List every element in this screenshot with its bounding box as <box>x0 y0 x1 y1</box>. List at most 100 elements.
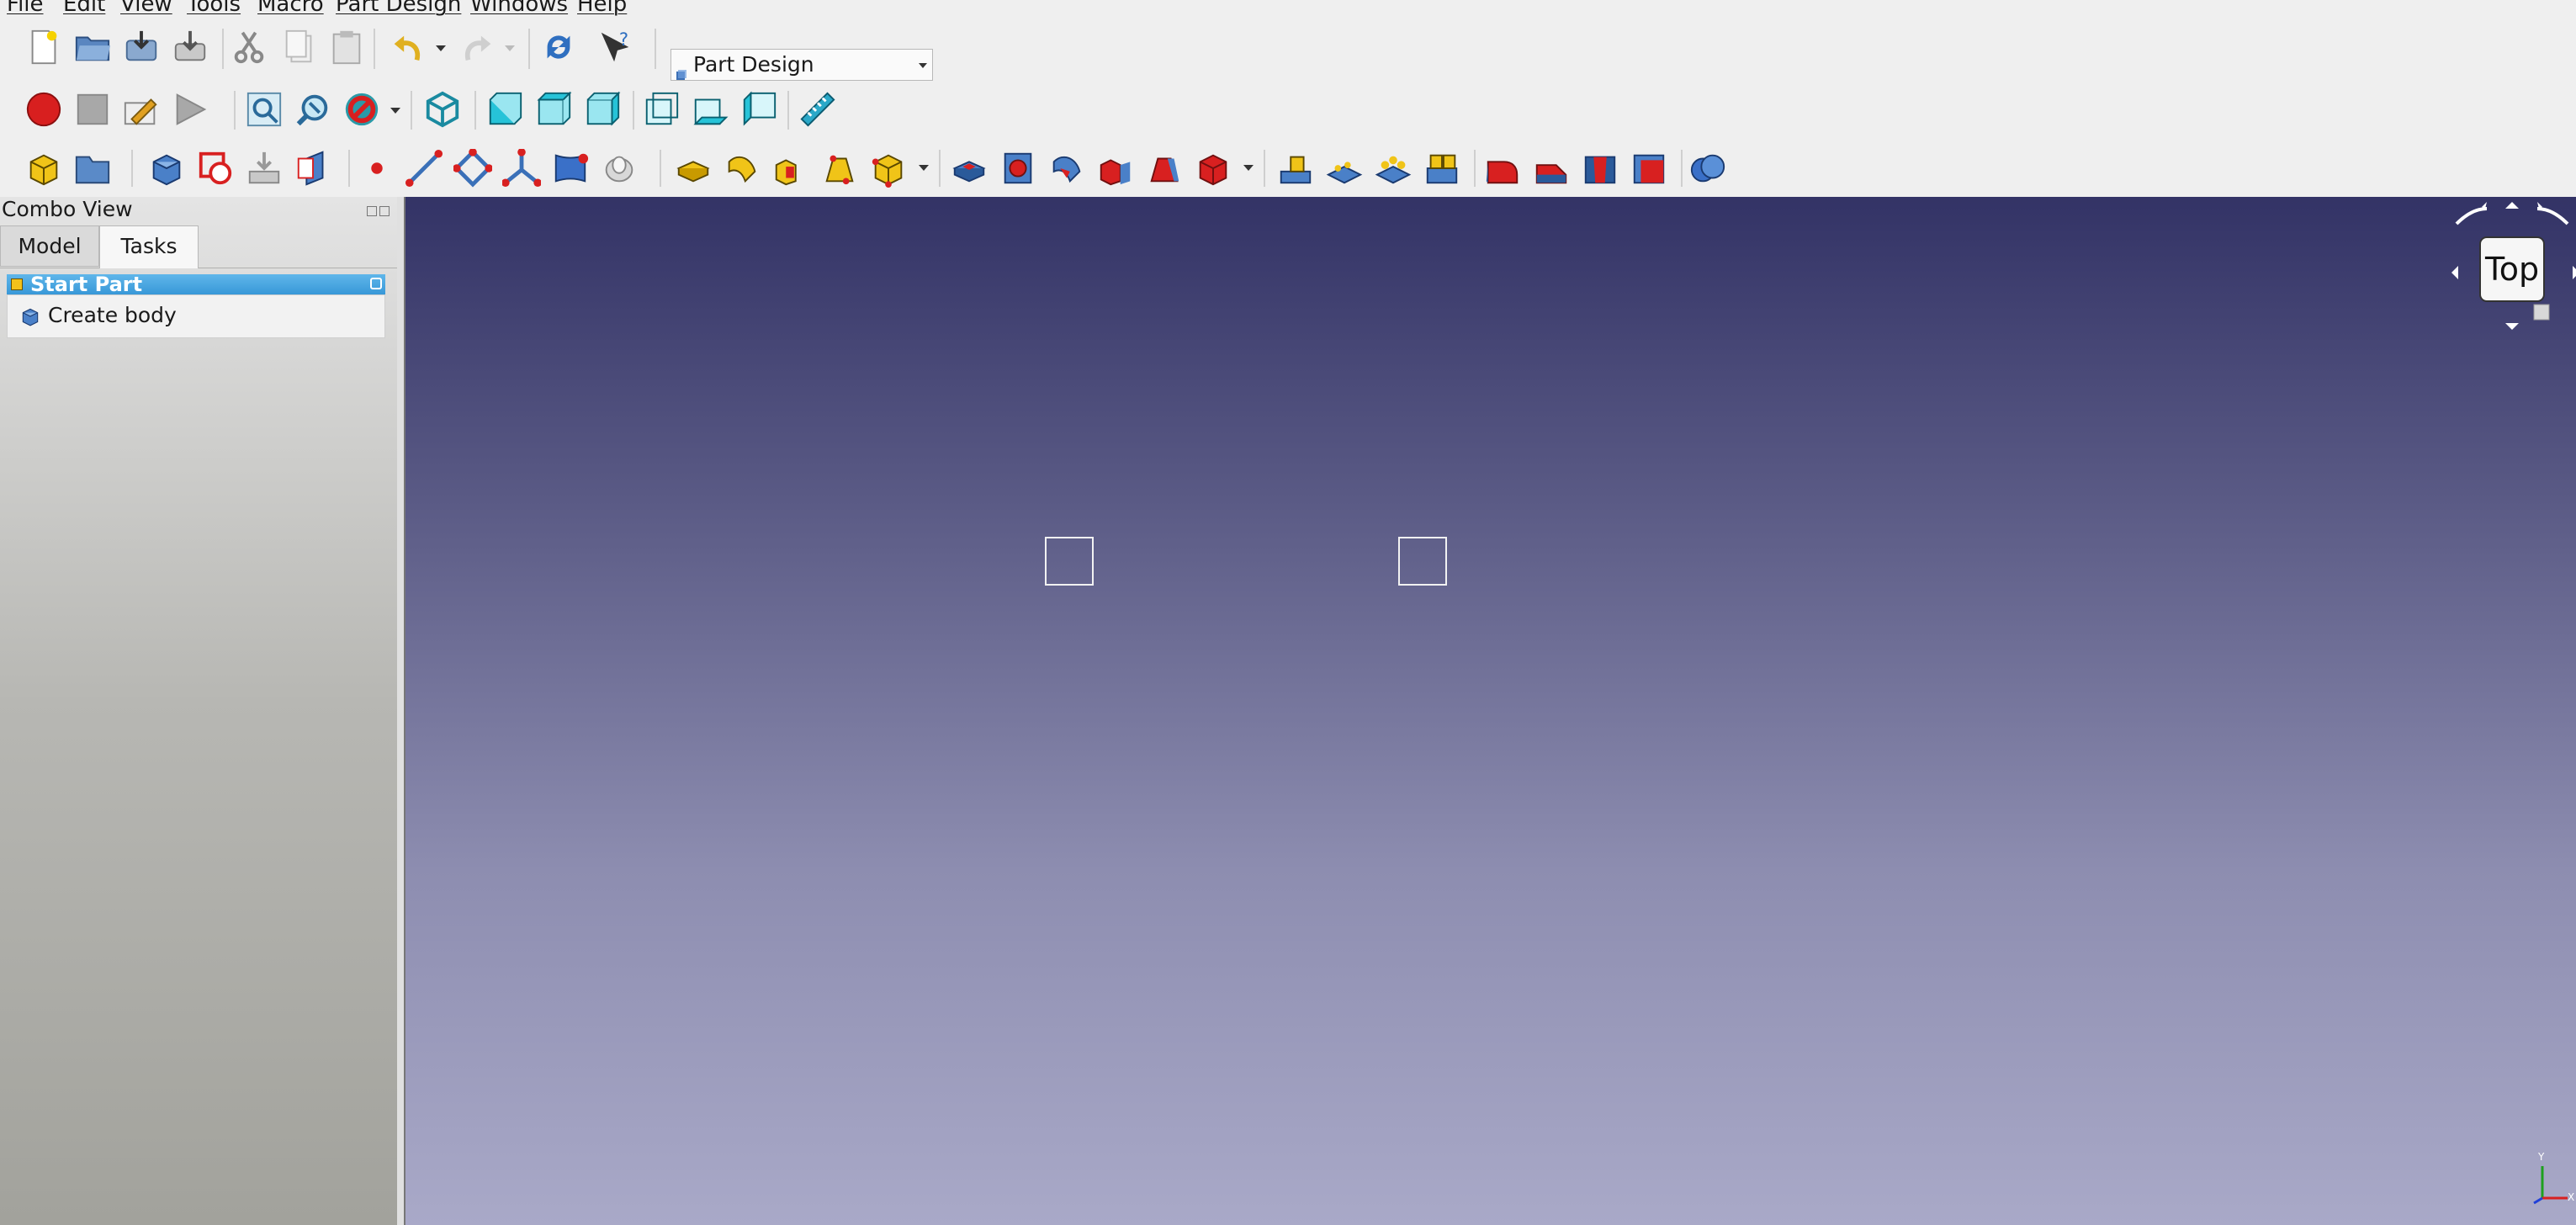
fillet-button[interactable] <box>1481 146 1524 190</box>
fit-selection-button[interactable] <box>291 88 335 131</box>
boolean-icon <box>1690 154 1725 183</box>
map-sketch-button[interactable] <box>291 146 335 190</box>
save-button[interactable] <box>119 25 163 69</box>
datum-line-button[interactable] <box>402 146 446 190</box>
subtractive-pipe-icon <box>1150 157 1179 183</box>
macro-record-button[interactable] <box>22 88 66 131</box>
copy-button[interactable] <box>278 25 321 69</box>
datum-point-button[interactable] <box>355 146 399 190</box>
panel-splitter[interactable] <box>397 197 404 1225</box>
cut-button[interactable] <box>227 25 271 69</box>
additive-primitive-dropdown-arrow[interactable] <box>919 165 929 171</box>
save-as-button[interactable] <box>168 25 212 69</box>
macro-stop-button[interactable] <box>71 88 114 131</box>
redo-button[interactable] <box>456 25 500 69</box>
navigation-cube[interactable]: Top <box>2446 197 2576 348</box>
close-panel-icon[interactable] <box>379 206 390 216</box>
body-icon <box>152 154 181 186</box>
float-panel-icon[interactable] <box>367 206 377 216</box>
workbench-selector[interactable]: Part Design <box>671 49 933 81</box>
view-isometric-button[interactable] <box>421 88 464 131</box>
collapse-icon[interactable] <box>370 278 382 289</box>
scissors-icon <box>234 31 264 64</box>
additive-box-icon <box>872 154 903 188</box>
subtractive-loft-button[interactable] <box>1094 146 1137 190</box>
create-body-button[interactable] <box>145 146 188 190</box>
draw-style-button[interactable] <box>340 88 384 131</box>
fit-all-button[interactable] <box>242 88 286 131</box>
view-front-button[interactable] <box>483 88 527 131</box>
polar-pattern-button[interactable] <box>1371 146 1415 190</box>
linear-pattern-button[interactable] <box>1322 146 1366 190</box>
subtractive-pipe-button[interactable] <box>1142 146 1186 190</box>
create-body-link[interactable]: Create body <box>19 300 177 331</box>
thickness-button[interactable] <box>1627 146 1671 190</box>
whats-this-button[interactable]: ? <box>594 25 638 69</box>
task-panel-header[interactable]: Start Part <box>7 274 385 294</box>
tab-model[interactable]: Model <box>0 225 99 267</box>
view-rear-button[interactable] <box>639 88 683 131</box>
menu-file[interactable]: File <box>7 0 44 17</box>
view-right-button[interactable] <box>580 88 624 131</box>
undo-dropdown-arrow[interactable] <box>436 45 446 51</box>
undo-button[interactable] <box>385 25 429 69</box>
clone-button[interactable] <box>597 146 641 190</box>
mirrored-button[interactable] <box>1274 146 1317 190</box>
svg-text:?: ? <box>619 29 628 50</box>
validate-sketch-icon <box>248 151 280 184</box>
subtractive-primitive-dropdown-arrow[interactable] <box>1243 165 1254 171</box>
hole-button[interactable] <box>996 146 1040 190</box>
menu-macro[interactable]: Macro <box>257 0 324 17</box>
view-bottom-button[interactable] <box>688 88 732 131</box>
draw-style-dropdown-arrow[interactable] <box>390 108 400 114</box>
additive-loft-button[interactable] <box>769 146 813 190</box>
create-sketch-button[interactable] <box>193 146 237 190</box>
macro-run-button[interactable] <box>168 88 212 131</box>
menu-bar: File Edit View Tools Macro Part Design W… <box>0 0 2576 19</box>
revolution-button[interactable] <box>720 146 764 190</box>
paste-button[interactable] <box>325 25 368 69</box>
menu-part-design[interactable]: Part Design <box>336 0 461 17</box>
groove-button[interactable] <box>1045 146 1089 190</box>
datum-plane-button[interactable] <box>451 146 495 190</box>
pocket-icon <box>952 161 986 183</box>
subtractive-box-icon <box>1199 154 1227 186</box>
part-icon <box>11 278 23 290</box>
cube-top-icon <box>537 91 572 125</box>
boolean-button[interactable] <box>1686 146 1730 190</box>
create-part-button[interactable] <box>22 146 66 190</box>
additive-pipe-button[interactable] <box>818 146 861 190</box>
menu-tools[interactable]: Tools <box>187 0 241 17</box>
local-coordinate-system-button[interactable] <box>500 146 543 190</box>
menu-view[interactable]: View <box>120 0 172 17</box>
chamfer-button[interactable] <box>1529 146 1573 190</box>
measure-distance-button[interactable] <box>796 88 840 131</box>
tab-tasks[interactable]: Tasks <box>99 225 199 268</box>
shape-binder-button[interactable] <box>549 146 592 190</box>
menu-help[interactable]: Help <box>577 0 627 17</box>
menu-windows[interactable]: Windows <box>470 0 568 17</box>
macro-editor-button[interactable] <box>119 88 163 131</box>
separator <box>528 29 530 69</box>
pocket-button[interactable] <box>947 146 991 190</box>
3d-view[interactable]: Top Y X <box>404 197 2576 1225</box>
create-group-button[interactable] <box>71 146 114 190</box>
draft-button[interactable] <box>1578 146 1622 190</box>
multitransform-button[interactable] <box>1420 146 1464 190</box>
task-panel-body: Create body <box>7 294 385 338</box>
validate-sketch-button[interactable] <box>242 146 286 190</box>
redo-dropdown-arrow[interactable] <box>505 45 515 51</box>
pad-button[interactable] <box>671 146 715 190</box>
view-top-button[interactable] <box>532 88 575 131</box>
menu-edit[interactable]: Edit <box>63 0 105 17</box>
thickness-icon <box>1633 154 1665 184</box>
view-left-button[interactable] <box>737 88 781 131</box>
additive-primitive-button[interactable] <box>867 146 910 190</box>
open-button[interactable] <box>71 25 114 69</box>
subtractive-primitive-button[interactable] <box>1191 146 1235 190</box>
draft-icon <box>1584 156 1616 184</box>
refresh-button[interactable] <box>537 25 580 69</box>
axis-cross: Y X <box>2526 1148 2576 1206</box>
separator <box>411 91 412 130</box>
new-document-button[interactable] <box>22 25 66 69</box>
